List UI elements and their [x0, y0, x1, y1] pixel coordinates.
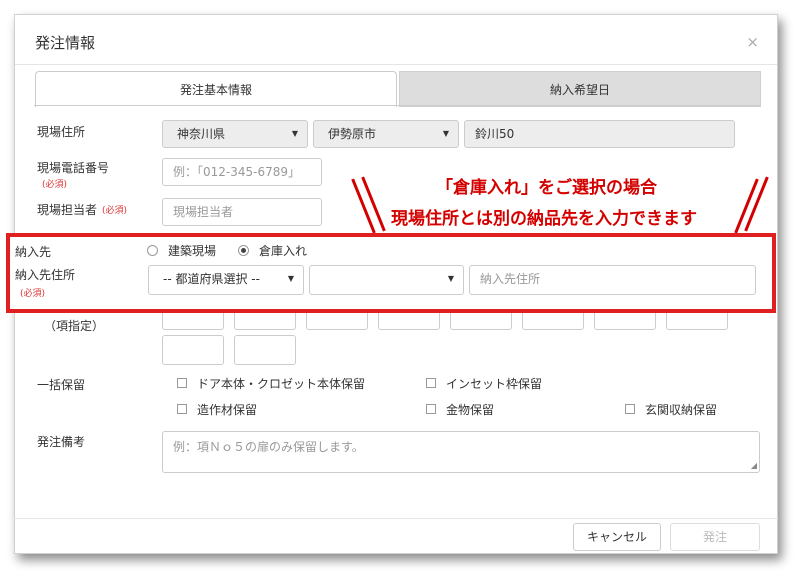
checkbox-door-body-hold-label: ドア本体・クロゼット本体保留	[197, 377, 366, 391]
checkbox-hardware-hold-label: 金物保留	[446, 403, 495, 417]
callout-line-2: 現場住所とは別の納品先を入力できます	[391, 209, 697, 229]
delivery-dest-label: 納入先	[15, 245, 52, 259]
required-mark: (必須)	[20, 289, 46, 299]
chevron-down-icon: ▼	[447, 274, 454, 283]
submit-button[interactable]: 発注	[670, 523, 760, 551]
delivery-city-select[interactable]: ▼	[309, 265, 464, 295]
site-contact-input[interactable]: 現場担当者	[162, 198, 322, 226]
tab-delivery-date[interactable]: 納入希望日	[399, 71, 761, 107]
tab-underline	[34, 105, 760, 106]
checkbox-hardware-hold[interactable]	[426, 404, 436, 414]
delivery-prefecture-select[interactable]: -- 都道府県選択 -- ▼	[148, 265, 304, 295]
tab-bar: 発注基本情報 納入希望日	[35, 71, 761, 107]
item-spec-label: （項指定）	[44, 319, 105, 333]
cancel-button[interactable]: キャンセル	[573, 523, 661, 551]
remarks-label: 発注備考	[37, 435, 86, 449]
site-city-value: 伊勢原市	[328, 127, 377, 141]
checkbox-entrance-storage-hold[interactable]	[625, 404, 635, 414]
chevron-down-icon: ▼	[442, 129, 449, 138]
modal-title: 発注情報	[35, 34, 96, 52]
close-icon[interactable]: ×	[746, 33, 759, 51]
site-prefecture-select[interactable]: 神奈川県 ▼	[162, 120, 308, 148]
item-box[interactable]	[162, 335, 224, 365]
checkbox-entrance-storage-hold-label: 玄関収納保留	[645, 403, 718, 417]
site-phone-label: 現場電話番号	[37, 161, 110, 175]
radio-warehouse[interactable]	[238, 245, 249, 256]
modal-header: 発注情報 ×	[15, 15, 777, 65]
callout-line-1: 「倉庫入れ」をご選択の場合	[436, 178, 657, 198]
required-mark: (必須)	[102, 206, 128, 216]
site-street-input[interactable]: 鈴川50	[464, 120, 735, 148]
required-mark: (必須)	[42, 180, 68, 190]
checkbox-inset-frame-hold-label: インセット枠保留	[446, 377, 543, 391]
radio-construction-site[interactable]	[147, 245, 158, 256]
delivery-address-input[interactable]: 納入先住所	[469, 265, 756, 295]
chevron-down-icon: ▼	[287, 274, 294, 283]
radio-construction-site-label: 建築現場	[168, 244, 217, 258]
tab-basic-info[interactable]: 発注基本情報	[35, 71, 397, 107]
checkbox-inset-frame-hold[interactable]	[426, 378, 436, 388]
checkbox-door-body-hold[interactable]	[177, 378, 187, 388]
bulk-hold-label: 一括保留	[37, 378, 86, 392]
delivery-prefecture-value: -- 都道府県選択 --	[163, 272, 260, 286]
checkbox-millwork-hold[interactable]	[177, 404, 187, 414]
remarks-textarea[interactable]: 例：項Ｎｏ５の扉のみ保留します。 ◢	[162, 431, 760, 473]
chevron-down-icon: ▼	[291, 129, 298, 138]
delivery-address-label: 納入先住所	[15, 268, 76, 282]
site-address-label: 現場住所	[37, 125, 86, 139]
footer-divider	[14, 518, 778, 519]
site-prefecture-value: 神奈川県	[177, 127, 226, 141]
site-phone-input[interactable]: 例：「012-345-6789」	[162, 158, 322, 186]
item-box[interactable]	[234, 335, 296, 365]
site-city-select[interactable]: 伊勢原市 ▼	[313, 120, 459, 148]
checkbox-millwork-hold-label: 造作材保留	[197, 403, 258, 417]
resize-grip-icon[interactable]: ◢	[751, 461, 757, 470]
radio-warehouse-label: 倉庫入れ	[259, 244, 308, 258]
site-contact-label: 現場担当者	[37, 203, 98, 217]
remarks-placeholder: 例：項Ｎｏ５の扉のみ保留します。	[173, 440, 364, 454]
